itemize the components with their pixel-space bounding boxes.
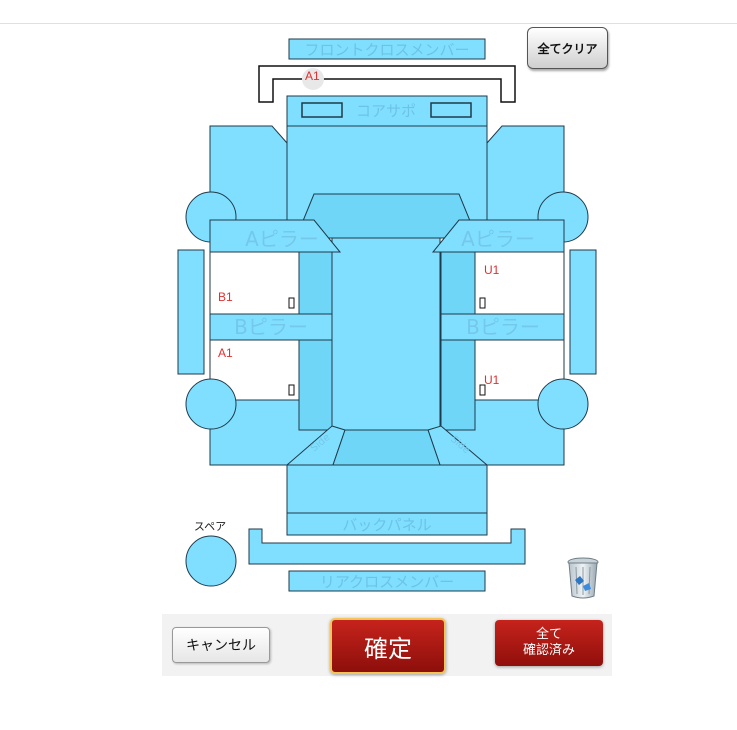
all-confirmed-line1: 全て	[535, 627, 562, 642]
back-panel-label: バックパネル	[342, 516, 431, 534]
inner-rail-left[interactable]	[298, 251, 333, 431]
trunk[interactable]	[286, 464, 488, 514]
left-rear-door-code: A1	[218, 346, 233, 360]
spare-tire[interactable]	[185, 535, 237, 587]
right-rear-door-handle	[479, 384, 486, 396]
right-front-door-code: U1	[484, 263, 500, 277]
side-sill-left[interactable]	[177, 249, 205, 375]
spare-label: スペア	[194, 520, 226, 533]
car-body-diagram: フロントクロスメンバー A1 コアサポ Aピラー Aピラー B1 A1 U1 U…	[177, 38, 597, 592]
a-pillar-right-label: Aピラー	[461, 227, 535, 251]
roof[interactable]	[331, 237, 441, 433]
front-damage-code: A1	[305, 69, 320, 83]
right-rear-door-code: U1	[484, 373, 500, 387]
rear-window[interactable]	[332, 429, 441, 466]
side-sill-right[interactable]	[569, 249, 597, 375]
trash-icon[interactable]	[566, 556, 600, 600]
left-front-door-code: B1	[218, 290, 233, 304]
rear-cross-member-label: リアクロスメンバー	[320, 573, 454, 591]
inner-rail-right[interactable]	[440, 251, 476, 431]
front-cross-member-label: フロントクロスメンバー	[304, 41, 469, 59]
rear-wheel-right[interactable]	[537, 378, 589, 430]
right-front-door[interactable]	[474, 251, 565, 315]
clear-all-button[interactable]: 全てクリア	[527, 27, 608, 69]
core-support-label: コアサポ	[356, 102, 416, 120]
cancel-button[interactable]: キャンセル	[172, 627, 270, 663]
b-pillar-left-label: Bピラー	[234, 315, 308, 339]
left-front-door-handle	[288, 297, 295, 309]
footer-bar: キャンセル 確定 全て 確認済み	[162, 614, 612, 676]
b-pillar-right-label: Bピラー	[466, 315, 540, 339]
left-rear-door-handle	[288, 384, 295, 396]
confirm-button[interactable]: 確定	[330, 618, 446, 674]
all-confirmed-line2: 確認済み	[522, 643, 575, 658]
rear-wheel-left[interactable]	[185, 378, 237, 430]
a-pillar-left-label: Aピラー	[245, 227, 319, 251]
all-confirmed-button[interactable]: 全て 確認済み	[495, 620, 603, 666]
right-front-door-handle	[479, 297, 486, 309]
left-front-door[interactable]	[209, 251, 300, 315]
